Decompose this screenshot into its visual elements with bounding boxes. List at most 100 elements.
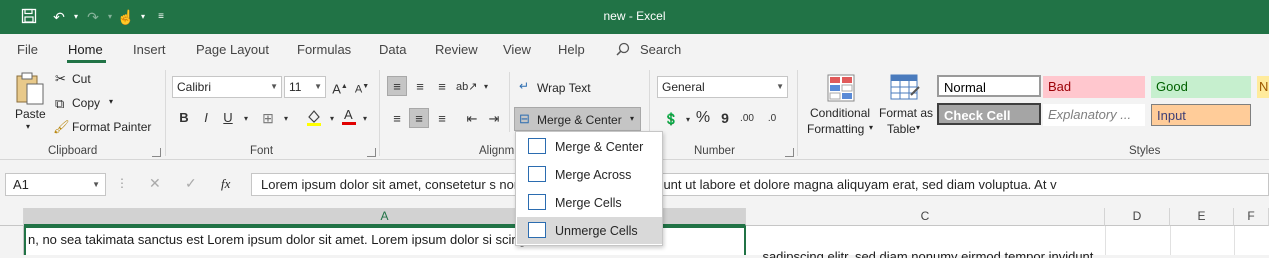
- percent-style-button[interactable]: %: [693, 108, 713, 128]
- cell-c-overflow-text: ... sadipscing elitr, sed diam nonumy ei…: [748, 249, 1094, 258]
- align-middle-icon[interactable]: ≡: [410, 77, 430, 97]
- format-as-table-label-1[interactable]: Format as: [879, 106, 933, 120]
- copy-dropdown-icon[interactable]: ▾: [109, 97, 113, 106]
- comma-style-button[interactable]: 9: [715, 108, 735, 128]
- paste-dropdown-icon[interactable]: ▾: [26, 122, 30, 131]
- fill-color-icon[interactable]: [304, 108, 324, 128]
- style-cell-input[interactable]: Input: [1151, 104, 1251, 126]
- conditional-formatting-label-2[interactable]: Formatting: [807, 122, 864, 136]
- row-header[interactable]: [0, 226, 24, 255]
- number-group-label: Number: [694, 145, 735, 157]
- style-cell-good[interactable]: Good: [1151, 76, 1251, 98]
- search-icon[interactable]: [616, 42, 630, 59]
- formula-input[interactable]: Lorem ipsum dolor sit amet, consetetur s…: [251, 173, 1269, 196]
- menu-item-unmerge-cells[interactable]: Unmerge Cells: [517, 217, 662, 244]
- merge-center-button[interactable]: ⊟ Merge & Center ▾: [514, 107, 641, 131]
- group-divider: [379, 70, 380, 156]
- clipboard-launcher-icon[interactable]: [152, 148, 161, 157]
- decrease-decimal-icon[interactable]: .0: [762, 109, 782, 129]
- merge-dropdown-icon[interactable]: ▾: [630, 114, 634, 123]
- menu-item-merge-across[interactable]: Merge Across: [517, 161, 662, 188]
- column-header-c[interactable]: C: [746, 208, 1105, 226]
- underline-button[interactable]: U: [218, 108, 238, 128]
- font-size-combo[interactable]: 11 ▼: [284, 76, 326, 98]
- borders-icon[interactable]: ⊞: [258, 108, 278, 128]
- group-divider: [165, 70, 166, 156]
- gridline: [1234, 226, 1235, 255]
- align-left-icon[interactable]: ≡: [387, 109, 407, 129]
- menu-item-merge-cells[interactable]: Merge Cells: [517, 189, 662, 216]
- menu-item-merge-center[interactable]: Merge & Center: [517, 133, 662, 160]
- tab-review[interactable]: Review: [435, 42, 478, 57]
- number-format-value: General: [662, 80, 705, 94]
- merge-center-icon: ⊟: [519, 111, 530, 126]
- conditional-formatting-label-1[interactable]: Conditional: [810, 106, 870, 120]
- align-center-icon[interactable]: ≡: [409, 108, 429, 128]
- number-launcher-icon[interactable]: [785, 148, 794, 157]
- menu-item-label: Unmerge Cells: [555, 224, 638, 238]
- conditional-formatting-icon[interactable]: [826, 73, 856, 103]
- font-name-combo[interactable]: Calibri ▼: [172, 76, 282, 98]
- number-format-combo[interactable]: General ▼: [657, 76, 788, 98]
- wrap-text-button[interactable]: Wrap Text: [537, 81, 591, 95]
- italic-button[interactable]: I: [196, 108, 216, 128]
- tab-insert[interactable]: Insert: [133, 42, 166, 57]
- style-cell-normal[interactable]: Normal: [937, 75, 1041, 97]
- unmerge-cells-icon: [528, 222, 546, 238]
- conditional-formatting-dropdown-icon[interactable]: ▾: [869, 123, 873, 132]
- chevron-down-icon[interactable]: ▼: [92, 180, 100, 189]
- cut-button[interactable]: Cut: [72, 72, 91, 86]
- column-header-e[interactable]: E: [1170, 208, 1234, 226]
- column-header-d[interactable]: D: [1105, 208, 1170, 226]
- orientation-icon[interactable]: ab↗: [456, 77, 477, 97]
- copy-button[interactable]: Copy: [72, 96, 100, 110]
- name-box[interactable]: A1 ▼: [5, 173, 106, 196]
- gridline: [1105, 226, 1106, 255]
- format-as-table-icon[interactable]: [889, 73, 921, 103]
- style-cell-explanatory[interactable]: Explanatory ...: [1043, 104, 1145, 126]
- bold-button[interactable]: B: [174, 108, 194, 128]
- font-color-dropdown-icon[interactable]: ▾: [355, 109, 375, 129]
- tab-file[interactable]: File: [17, 42, 38, 57]
- borders-dropdown-icon[interactable]: ▾: [276, 109, 296, 129]
- tab-home[interactable]: Home: [68, 42, 103, 57]
- tab-view[interactable]: View: [503, 42, 531, 57]
- decrease-indent-icon[interactable]: ⇤: [462, 109, 482, 129]
- align-top-icon[interactable]: ≡: [387, 76, 407, 96]
- increase-font-icon[interactable]: A▲: [330, 77, 350, 97]
- style-cell-check-cell[interactable]: Check Cell: [937, 103, 1041, 125]
- more-icon: ⋮: [116, 176, 128, 190]
- tab-formulas[interactable]: Formulas: [297, 42, 351, 57]
- svg-text:A: A: [344, 107, 353, 122]
- paste-button[interactable]: Paste: [15, 107, 46, 121]
- tab-page-layout[interactable]: Page Layout: [196, 42, 269, 57]
- merge-center-label: Merge & Center: [537, 113, 622, 127]
- column-header-f[interactable]: F: [1234, 208, 1269, 226]
- format-as-table-dropdown-icon[interactable]: ▾: [916, 123, 920, 132]
- style-cell-bad[interactable]: Bad: [1043, 76, 1145, 98]
- insert-function-icon[interactable]: fx: [221, 176, 230, 192]
- tab-data[interactable]: Data: [379, 42, 406, 57]
- orientation-dropdown-icon[interactable]: ▾: [476, 77, 496, 97]
- increase-decimal-icon[interactable]: .00: [737, 109, 757, 129]
- font-launcher-icon[interactable]: [367, 148, 376, 157]
- format-painter-button[interactable]: Format Painter: [72, 120, 151, 134]
- merge-center-icon: [528, 138, 546, 154]
- gridline: [1170, 226, 1171, 255]
- copy-icon: ⧉: [55, 96, 65, 111]
- chevron-down-icon: ▼: [270, 82, 278, 91]
- search-label[interactable]: Search: [640, 42, 681, 57]
- style-cell-neutral[interactable]: N: [1257, 76, 1269, 98]
- paste-icon[interactable]: [14, 72, 46, 106]
- underline-dropdown-icon[interactable]: ▾: [236, 109, 256, 129]
- select-all-corner[interactable]: [0, 208, 24, 226]
- cancel-icon: ✕: [149, 175, 161, 191]
- align-bottom-icon[interactable]: ≡: [432, 77, 452, 97]
- decrease-font-icon[interactable]: A▼: [352, 77, 372, 97]
- align-right-icon[interactable]: ≡: [432, 109, 452, 129]
- tab-help[interactable]: Help: [558, 42, 585, 57]
- format-as-table-label-2[interactable]: Table: [887, 122, 916, 136]
- increase-indent-icon[interactable]: ⇥: [484, 109, 504, 129]
- alignment-group-label: Alignm: [479, 145, 515, 157]
- title-bar: ↶ ▾ ↷ ▾ ☝ ▾ ≡ new - Excel: [0, 0, 1269, 34]
